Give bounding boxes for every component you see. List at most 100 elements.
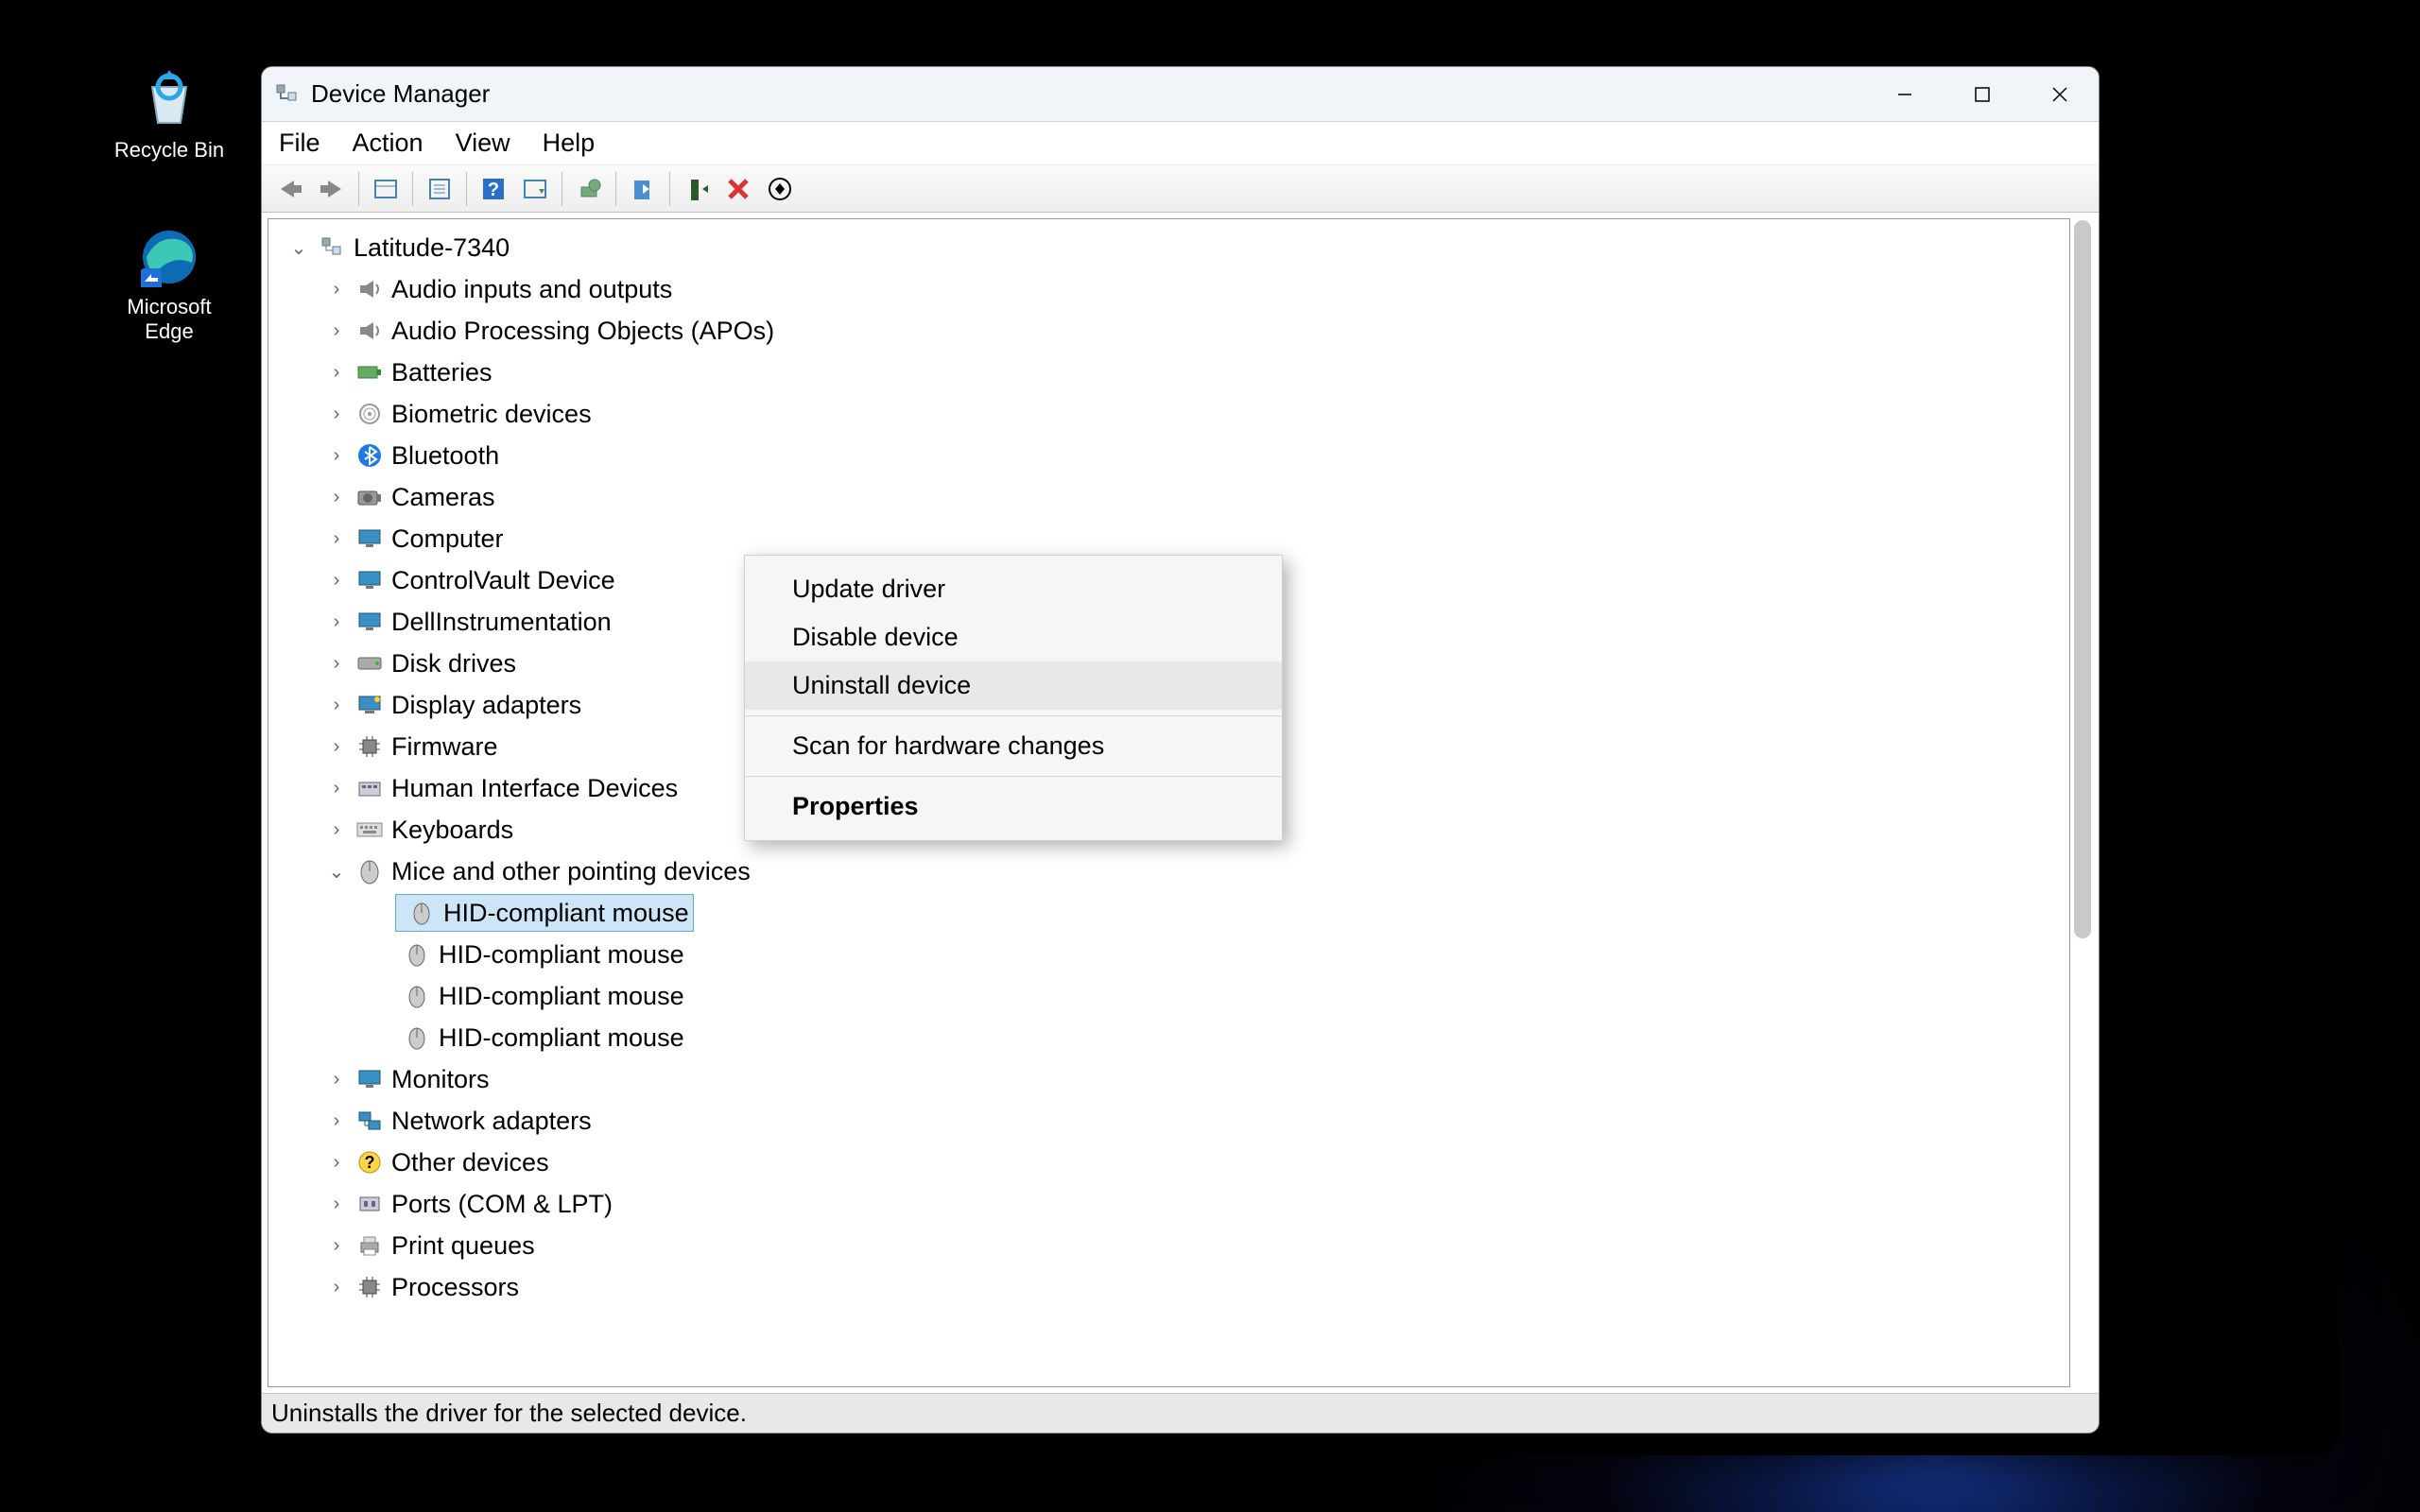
delete-button[interactable] xyxy=(719,170,757,208)
tree-category[interactable]: Monitors xyxy=(268,1058,2069,1100)
svg-text:?: ? xyxy=(365,1153,375,1172)
tree-category[interactable]: Audio inputs and outputs xyxy=(268,268,2069,310)
mouse-icon xyxy=(403,1023,431,1052)
edge-icon xyxy=(139,227,199,287)
tree-category-label: Monitors xyxy=(391,1065,490,1094)
disk-icon xyxy=(355,649,384,678)
tree-device-hid-mouse[interactable]: HID-compliant mouse xyxy=(268,1017,2069,1058)
camera-icon xyxy=(355,483,384,511)
svg-text:?: ? xyxy=(488,180,499,200)
mouse-icon xyxy=(403,982,431,1010)
computer-icon xyxy=(318,233,346,262)
desktop-icon-recycle-bin[interactable]: Recycle Bin xyxy=(108,70,231,163)
tree-root[interactable]: Latitude-7340 xyxy=(268,227,2069,268)
monitor-icon xyxy=(355,608,384,636)
tree-device-label: HID-compliant mouse xyxy=(439,940,684,970)
properties-button[interactable] xyxy=(421,170,458,208)
tree-category-label: Mice and other pointing devices xyxy=(391,857,751,886)
tree-device-label: HID-compliant mouse xyxy=(443,899,689,928)
menu-properties[interactable]: Properties xyxy=(745,782,1282,831)
tree-category-label: Print queues xyxy=(391,1231,535,1261)
update-driver-button[interactable] xyxy=(570,170,608,208)
tree-category[interactable]: Network adapters xyxy=(268,1100,2069,1142)
tree-category[interactable]: Computer xyxy=(268,518,2069,559)
monitor-icon xyxy=(355,524,384,553)
tree-category-label: DellInstrumentation xyxy=(391,608,612,637)
tree-category[interactable]: ? Other devices xyxy=(268,1142,2069,1183)
tree-device-hid-mouse[interactable]: HID-compliant mouse xyxy=(268,934,2069,975)
menu-file[interactable]: File xyxy=(279,129,320,158)
device-manager-window: Device Manager File Action View Help xyxy=(261,66,2100,1434)
menu-separator xyxy=(745,776,1282,777)
tree-category-label: Display adapters xyxy=(391,691,581,720)
tree-device-hid-mouse[interactable]: HID-compliant mouse xyxy=(268,892,2069,934)
titlebar[interactable]: Device Manager xyxy=(262,67,2099,122)
uninstall-button[interactable] xyxy=(678,170,716,208)
tree-category-label: Processors xyxy=(391,1273,519,1302)
display-icon xyxy=(355,691,384,719)
mouse-icon xyxy=(403,940,431,969)
tree-category[interactable]: Ports (COM & LPT) xyxy=(268,1183,2069,1225)
menu-disable-device[interactable]: Disable device xyxy=(745,613,1282,662)
tree-category-mice[interactable]: Mice and other pointing devices xyxy=(268,850,2069,892)
toolbar: ? xyxy=(262,165,2099,213)
tree-category-label: Network adapters xyxy=(391,1107,592,1136)
tree-category-label: Bluetooth xyxy=(391,441,499,471)
show-hidden-button[interactable] xyxy=(367,170,405,208)
scan-hardware-button[interactable] xyxy=(516,170,554,208)
tree-category[interactable]: Biometric devices xyxy=(268,393,2069,435)
content-area: Latitude-7340 Audio inputs and outputs Au… xyxy=(262,213,2099,1393)
tree-category[interactable]: Batteries xyxy=(268,352,2069,393)
monitor-icon xyxy=(355,1065,384,1093)
tree-category-label: Disk drives xyxy=(391,649,516,679)
screen-frame: Recycle Bin Microsoft Edge Device Manage… xyxy=(81,57,2339,1455)
tree-category-label: Audio Processing Objects (APOs) xyxy=(391,317,774,346)
tree-category[interactable]: Bluetooth xyxy=(268,435,2069,476)
recycle-bin-icon xyxy=(139,70,199,130)
help-button[interactable]: ? xyxy=(475,170,512,208)
battery-icon xyxy=(355,358,384,387)
tree-category-label: Computer xyxy=(391,524,504,554)
window-title: Device Manager xyxy=(311,79,490,109)
minimize-button[interactable] xyxy=(1866,67,1944,121)
tree-category-label: Firmware xyxy=(391,732,498,762)
menu-uninstall-device[interactable]: Uninstall device xyxy=(745,662,1282,710)
chip-icon xyxy=(355,732,384,761)
device-manager-icon xyxy=(273,81,300,108)
tree-category[interactable]: Print queues xyxy=(268,1225,2069,1266)
desktop-icon-label: Microsoft Edge xyxy=(108,295,231,345)
bluetooth-icon xyxy=(355,441,384,470)
tree-root-label: Latitude-7340 xyxy=(354,233,510,263)
menu-view[interactable]: View xyxy=(456,129,510,158)
printer-icon xyxy=(355,1231,384,1260)
tree-category-label: Cameras xyxy=(391,483,495,512)
tree-category-label: Ports (COM & LPT) xyxy=(391,1190,613,1219)
tree-category[interactable]: Audio Processing Objects (APOs) xyxy=(268,310,2069,352)
tree-category-label: Other devices xyxy=(391,1148,549,1177)
chip-icon xyxy=(355,1273,384,1301)
desktop-icon-label: Recycle Bin xyxy=(108,138,231,163)
speaker-icon xyxy=(355,275,384,303)
keyboard-icon xyxy=(355,816,384,844)
menu-action[interactable]: Action xyxy=(353,129,424,158)
menu-help[interactable]: Help xyxy=(543,129,596,158)
tree-category[interactable]: Processors xyxy=(268,1266,2069,1308)
speaker-icon xyxy=(355,317,384,345)
enable-button[interactable] xyxy=(624,170,662,208)
forward-button[interactable] xyxy=(313,170,351,208)
disable-button[interactable] xyxy=(761,170,799,208)
close-button[interactable] xyxy=(2021,67,2099,121)
tree-category[interactable]: Cameras xyxy=(268,476,2069,518)
network-icon xyxy=(355,1107,384,1135)
back-button[interactable] xyxy=(271,170,309,208)
maximize-button[interactable] xyxy=(1944,67,2021,121)
menu-scan-hardware[interactable]: Scan for hardware changes xyxy=(745,722,1282,770)
menu-update-driver[interactable]: Update driver xyxy=(745,565,1282,613)
tree-device-label: HID-compliant mouse xyxy=(439,982,684,1011)
tree-category-label: Batteries xyxy=(391,358,493,387)
desktop-icon-edge[interactable]: Microsoft Edge xyxy=(108,227,231,345)
vertical-scrollbar[interactable] xyxy=(2074,220,2091,938)
tree-category-label: ControlVault Device xyxy=(391,566,615,595)
tree-device-hid-mouse[interactable]: HID-compliant mouse xyxy=(268,975,2069,1017)
tree-category-label: Audio inputs and outputs xyxy=(391,275,672,304)
